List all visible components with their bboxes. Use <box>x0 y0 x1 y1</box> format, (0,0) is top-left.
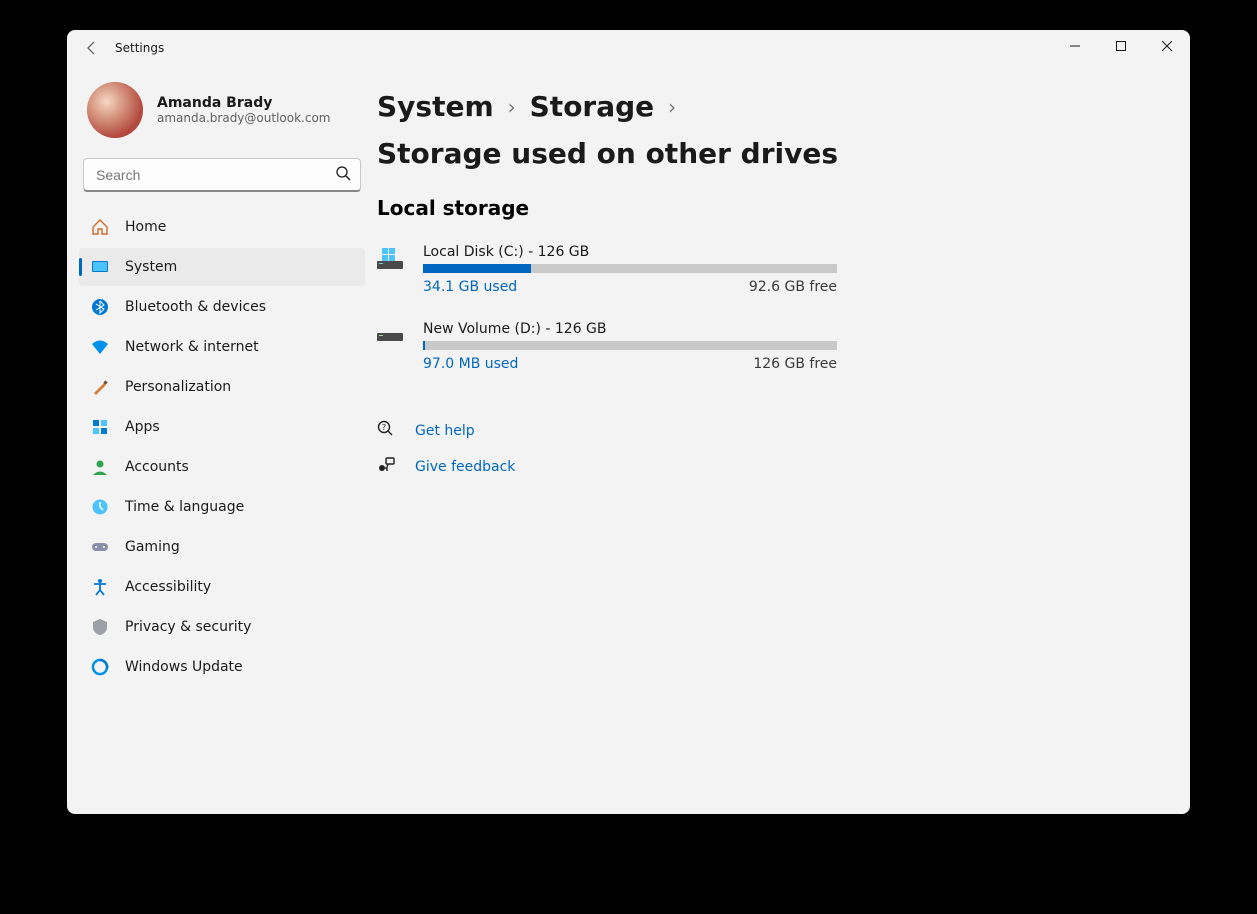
sidebar-item-accessibility[interactable]: Accessibility <box>79 568 365 606</box>
sidebar-item-home[interactable]: Home <box>79 208 365 246</box>
drive-stats: 97.0 MB used 126 GB free <box>423 356 837 372</box>
drive-free: 92.6 GB free <box>749 279 837 295</box>
sidebar-item-accounts[interactable]: Accounts <box>79 448 365 486</box>
drive-title: New Volume (D:) - 126 GB <box>423 321 837 337</box>
sidebar-item-label: Network & internet <box>125 339 259 355</box>
main: System › Storage › Storage used on other… <box>377 66 1190 814</box>
avatar <box>87 82 143 138</box>
close-icon <box>1162 41 1172 51</box>
search-wrap <box>83 158 361 192</box>
sidebar: Amanda Brady amanda.brady@outlook.com Ho… <box>67 66 377 814</box>
apps-icon <box>91 418 109 436</box>
give-feedback-link[interactable]: Give feedback <box>377 456 1150 478</box>
breadcrumb-storage[interactable]: Storage <box>530 90 655 123</box>
profile-email: amanda.brady@outlook.com <box>157 111 330 125</box>
time-language-icon <box>91 498 109 516</box>
chevron-right-icon: › <box>508 95 516 119</box>
back-button[interactable] <box>77 33 107 63</box>
accounts-icon <box>91 458 109 476</box>
sidebar-item-system[interactable]: System <box>79 248 365 286</box>
drive-used: 97.0 MB used <box>423 356 518 372</box>
sidebar-item-label: Home <box>125 219 166 235</box>
minimize-button[interactable] <box>1052 30 1098 62</box>
sidebar-item-gaming[interactable]: Gaming <box>79 528 365 566</box>
sidebar-item-label: Privacy & security <box>125 619 251 635</box>
search-icon <box>335 165 351 185</box>
sidebar-item-label: Personalization <box>125 379 231 395</box>
drive-progress-fill <box>423 264 531 273</box>
feedback-icon <box>377 456 397 478</box>
breadcrumb-current: Storage used on other drives <box>377 137 838 170</box>
help-icon: ? <box>377 420 397 442</box>
update-icon <box>91 658 109 676</box>
back-arrow-icon <box>84 40 100 56</box>
sidebar-item-label: Accessibility <box>125 579 211 595</box>
breadcrumb-system[interactable]: System <box>377 90 494 123</box>
maximize-icon <box>1116 41 1126 51</box>
sidebar-item-privacy[interactable]: Privacy & security <box>79 608 365 646</box>
sidebar-item-label: Accounts <box>125 459 189 475</box>
search-input[interactable] <box>83 158 361 192</box>
home-icon <box>91 218 109 236</box>
drive-body: Local Disk (C:) - 126 GB 34.1 GB used 92… <box>423 244 837 295</box>
sidebar-item-label: Time & language <box>125 499 244 515</box>
content: Amanda Brady amanda.brady@outlook.com Ho… <box>67 66 1190 814</box>
svg-text:?: ? <box>382 423 386 432</box>
nav-list: Home System Bluetooth & devices Network … <box>79 208 365 686</box>
sidebar-item-update[interactable]: Windows Update <box>79 648 365 686</box>
sidebar-item-label: Apps <box>125 419 160 435</box>
personalization-icon <box>91 378 109 396</box>
sidebar-item-apps[interactable]: Apps <box>79 408 365 446</box>
sidebar-item-label: System <box>125 259 177 275</box>
drive-used: 34.1 GB used <box>423 279 517 295</box>
sidebar-item-network[interactable]: Network & internet <box>79 328 365 366</box>
section-title: Local storage <box>377 196 1150 220</box>
sidebar-item-time-language[interactable]: Time & language <box>79 488 365 526</box>
titlebar: Settings <box>67 30 1190 66</box>
drive-title: Local Disk (C:) - 126 GB <box>423 244 837 260</box>
drive-d[interactable]: New Volume (D:) - 126 GB 97.0 MB used 12… <box>377 321 837 372</box>
help-links: ? Get help Give feedback <box>377 420 1150 478</box>
close-button[interactable] <box>1144 30 1190 62</box>
drive-icon <box>377 325 407 372</box>
give-feedback-label: Give feedback <box>415 459 515 475</box>
system-icon <box>91 258 109 276</box>
sidebar-item-bluetooth[interactable]: Bluetooth & devices <box>79 288 365 326</box>
sidebar-item-label: Gaming <box>125 539 180 555</box>
drive-body: New Volume (D:) - 126 GB 97.0 MB used 12… <box>423 321 837 372</box>
bluetooth-icon <box>91 298 109 316</box>
accessibility-icon <box>91 578 109 596</box>
profile-block[interactable]: Amanda Brady amanda.brady@outlook.com <box>79 66 365 158</box>
drive-os-icon <box>377 248 407 295</box>
minimize-icon <box>1070 41 1080 51</box>
window-title: Settings <box>115 41 164 55</box>
sidebar-item-label: Bluetooth & devices <box>125 299 266 315</box>
profile-name: Amanda Brady <box>157 95 330 111</box>
window-controls <box>1052 30 1190 62</box>
drive-c[interactable]: Local Disk (C:) - 126 GB 34.1 GB used 92… <box>377 244 837 295</box>
breadcrumb: System › Storage › Storage used on other… <box>377 90 1150 170</box>
sidebar-item-personalization[interactable]: Personalization <box>79 368 365 406</box>
sidebar-item-label: Windows Update <box>125 659 243 675</box>
privacy-icon <box>91 618 109 636</box>
settings-window: Settings Amanda Brady amanda.brady@outlo… <box>67 30 1190 814</box>
drive-stats: 34.1 GB used 92.6 GB free <box>423 279 837 295</box>
gaming-icon <box>91 538 109 556</box>
chevron-right-icon: › <box>668 95 676 119</box>
drive-free: 126 GB free <box>753 356 837 372</box>
network-icon <box>91 338 109 356</box>
drive-progress-fill <box>423 341 425 350</box>
drive-progress <box>423 341 837 350</box>
maximize-button[interactable] <box>1098 30 1144 62</box>
get-help-label: Get help <box>415 423 475 439</box>
drive-progress <box>423 264 837 273</box>
get-help-link[interactable]: ? Get help <box>377 420 1150 442</box>
